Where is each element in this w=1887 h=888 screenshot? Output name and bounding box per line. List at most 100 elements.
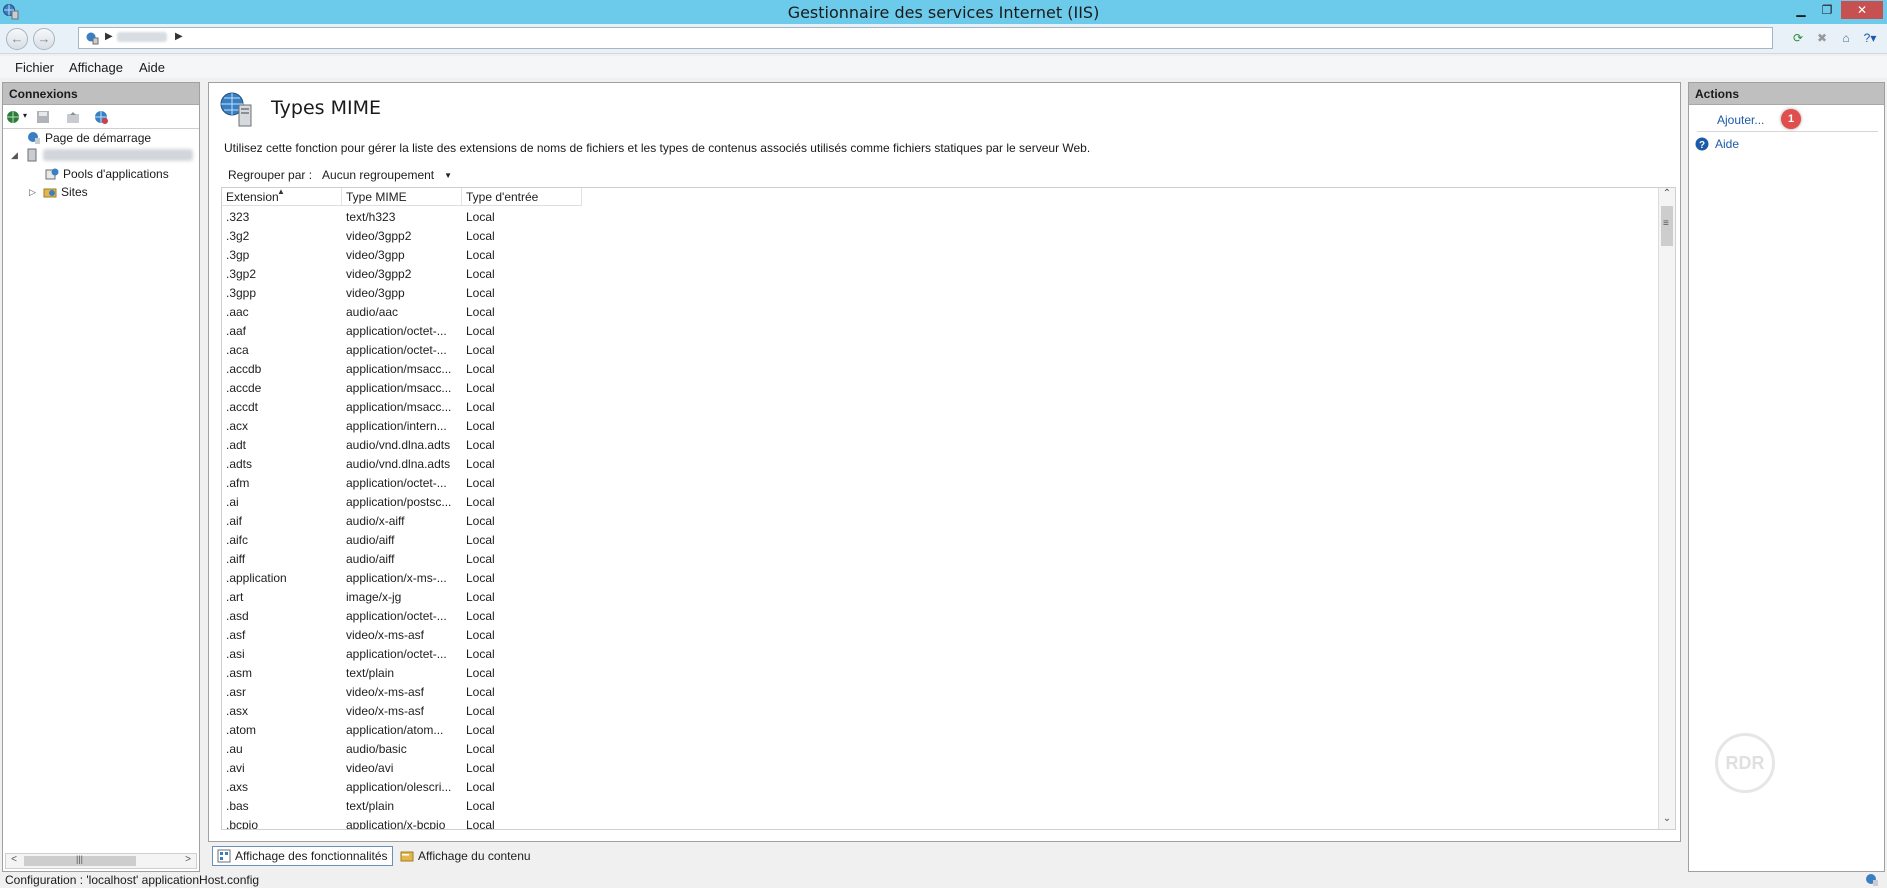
column-header-extension[interactable]: Extension ▲: [222, 188, 342, 206]
menu-help[interactable]: Aide: [139, 60, 165, 75]
cell-mime-type: video/3gpp2: [346, 266, 412, 281]
refresh-icon[interactable]: ⟳: [1789, 29, 1807, 47]
table-row[interactable]: .asd application/octet-... Local: [222, 606, 582, 625]
table-row[interactable]: .323 text/h323 Local: [222, 207, 582, 226]
address-bar[interactable]: ▶ ▶: [78, 27, 1773, 49]
breadcrumb-chevron-icon[interactable]: ▶: [175, 31, 183, 42]
cell-entry-type: Local: [466, 323, 495, 338]
expand-triangle-icon[interactable]: ▷: [29, 187, 39, 198]
cell-mime-type: video/avi: [346, 760, 394, 775]
table-row[interactable]: .aif audio/x-aiff Local: [222, 511, 582, 530]
table-row[interactable]: .asf video/x-ms-asf Local: [222, 625, 582, 644]
cell-entry-type: Local: [466, 760, 495, 775]
cell-mime-type: text/plain: [346, 665, 395, 680]
table-row[interactable]: .ai application/postsc... Local: [222, 492, 582, 511]
table-row[interactable]: .axs application/olescri... Local: [222, 777, 582, 796]
tab-features-view[interactable]: Affichage des fonctionnalités: [212, 846, 393, 866]
actions-divider: [1697, 131, 1878, 132]
action-help[interactable]: ? Aide: [1695, 137, 1739, 151]
svg-text:?: ?: [1699, 140, 1705, 151]
column-header-entry-type[interactable]: Type d'entrée: [462, 188, 582, 206]
chevron-down-icon[interactable]: ▼: [444, 171, 452, 180]
close-icon[interactable]: ✕: [1841, 1, 1883, 19]
connect-dropdown-icon[interactable]: ▾: [23, 111, 27, 120]
table-row[interactable]: .aiff audio/aiff Local: [222, 549, 582, 568]
collapse-triangle-icon[interactable]: ◢: [11, 150, 21, 161]
scroll-right-icon[interactable]: >: [180, 854, 196, 868]
cell-mime-type: video/3gpp: [346, 285, 405, 300]
table-row[interactable]: .adt audio/vnd.dlna.adts Local: [222, 435, 582, 454]
cell-extension: .adt: [226, 437, 247, 452]
table-row[interactable]: .bas text/plain Local: [222, 796, 582, 815]
table-row[interactable]: .aca application/octet-... Local: [222, 340, 582, 359]
table-row[interactable]: .application application/x-ms-... Local: [222, 568, 582, 587]
table-row[interactable]: .3gpp video/3gpp Local: [222, 283, 582, 302]
menu-view[interactable]: Affichage: [69, 60, 123, 75]
table-row[interactable]: .aac audio/aac Local: [222, 302, 582, 321]
scroll-left-icon[interactable]: <: [6, 854, 22, 868]
table-row[interactable]: .accdt application/msacc... Local: [222, 397, 582, 416]
breadcrumb-chevron-icon[interactable]: ▶: [105, 31, 113, 42]
table-row[interactable]: .asm text/plain Local: [222, 663, 582, 682]
tab-content-label: Affichage du contenu: [418, 849, 531, 863]
cell-extension: .bas: [226, 798, 249, 813]
back-button[interactable]: ←: [6, 28, 28, 50]
table-row[interactable]: .atom application/atom... Local: [222, 720, 582, 739]
tab-content-view[interactable]: Affichage du contenu: [396, 846, 535, 866]
cell-extension: .asr: [226, 684, 247, 699]
stop-icon[interactable]: ✖: [1813, 29, 1831, 47]
disconnect-globe-icon[interactable]: [93, 109, 109, 125]
table-row[interactable]: .3gp2 video/3gpp2 Local: [222, 264, 582, 283]
table-row[interactable]: .aifc audio/aiff Local: [222, 530, 582, 549]
start-page-icon: [28, 132, 40, 144]
table-row[interactable]: .afm application/octet-... Local: [222, 473, 582, 492]
action-add[interactable]: Ajouter...: [1717, 113, 1764, 127]
grid-vertical-scrollbar[interactable]: ⌃ ≡ ⌄: [1658, 188, 1675, 829]
home-icon[interactable]: ⌂: [1837, 29, 1855, 47]
cell-entry-type: Local: [466, 380, 495, 395]
scroll-thumb[interactable]: ≡: [1661, 206, 1673, 246]
save-icon[interactable]: [35, 109, 51, 125]
table-row[interactable]: .bcpio application/x-bcpio Local: [222, 815, 582, 830]
table-row[interactable]: .3g2 video/3gpp2 Local: [222, 226, 582, 245]
table-row[interactable]: .3gp video/3gpp Local: [222, 245, 582, 264]
cell-extension: .asm: [226, 665, 253, 680]
group-by-select[interactable]: Aucun regroupement: [322, 168, 434, 182]
column-header-mime-type[interactable]: Type MIME: [342, 188, 462, 206]
table-row[interactable]: .asr video/x-ms-asf Local: [222, 682, 582, 701]
table-row[interactable]: .acx application/intern... Local: [222, 416, 582, 435]
table-row[interactable]: .accde application/msacc... Local: [222, 378, 582, 397]
scroll-up-icon[interactable]: ⌃: [1659, 188, 1675, 204]
connect-globe-icon[interactable]: [6, 109, 22, 125]
cell-extension: .asf: [226, 627, 246, 642]
table-row[interactable]: .asi application/octet-... Local: [222, 644, 582, 663]
menu-file[interactable]: Fichier: [15, 60, 54, 75]
forward-button[interactable]: →: [33, 28, 55, 50]
minimize-icon[interactable]: ▁: [1789, 1, 1813, 19]
connections-horizontal-scrollbar[interactable]: < ||| >: [5, 853, 197, 869]
cell-extension: .aif: [226, 513, 243, 528]
status-server-icon: [1866, 874, 1878, 886]
table-row[interactable]: .aaf application/octet-... Local: [222, 321, 582, 340]
table-row[interactable]: .art image/x-jg Local: [222, 587, 582, 606]
cell-entry-type: Local: [466, 779, 495, 794]
table-row[interactable]: .au audio/basic Local: [222, 739, 582, 758]
table-row[interactable]: .asx video/x-ms-asf Local: [222, 701, 582, 720]
help-icon[interactable]: ?▾: [1861, 29, 1879, 47]
table-row[interactable]: .accdb application/msacc... Local: [222, 359, 582, 378]
cell-extension: .acx: [226, 418, 249, 433]
tree-item-app-pools[interactable]: Pools d'applications: [45, 167, 169, 181]
cell-entry-type: Local: [466, 228, 495, 243]
breadcrumb-host-blurred[interactable]: [117, 32, 167, 42]
table-row[interactable]: .adts audio/vnd.dlna.adts Local: [222, 454, 582, 473]
restore-icon[interactable]: ❐: [1815, 1, 1839, 19]
tree-item-server[interactable]: ◢: [11, 148, 193, 162]
scroll-down-icon[interactable]: ⌄: [1659, 813, 1675, 829]
tree-item-start-page[interactable]: Page de démarrage: [27, 131, 151, 145]
server-name-blurred: [43, 149, 193, 161]
cell-mime-type: video/x-ms-asf: [346, 627, 425, 642]
table-row[interactable]: .avi video/avi Local: [222, 758, 582, 777]
tree-item-sites[interactable]: ▷ Sites: [29, 185, 88, 199]
page-description: Utilisez cette fonction pour gérer la li…: [224, 141, 1091, 155]
up-folder-icon[interactable]: [65, 109, 81, 125]
